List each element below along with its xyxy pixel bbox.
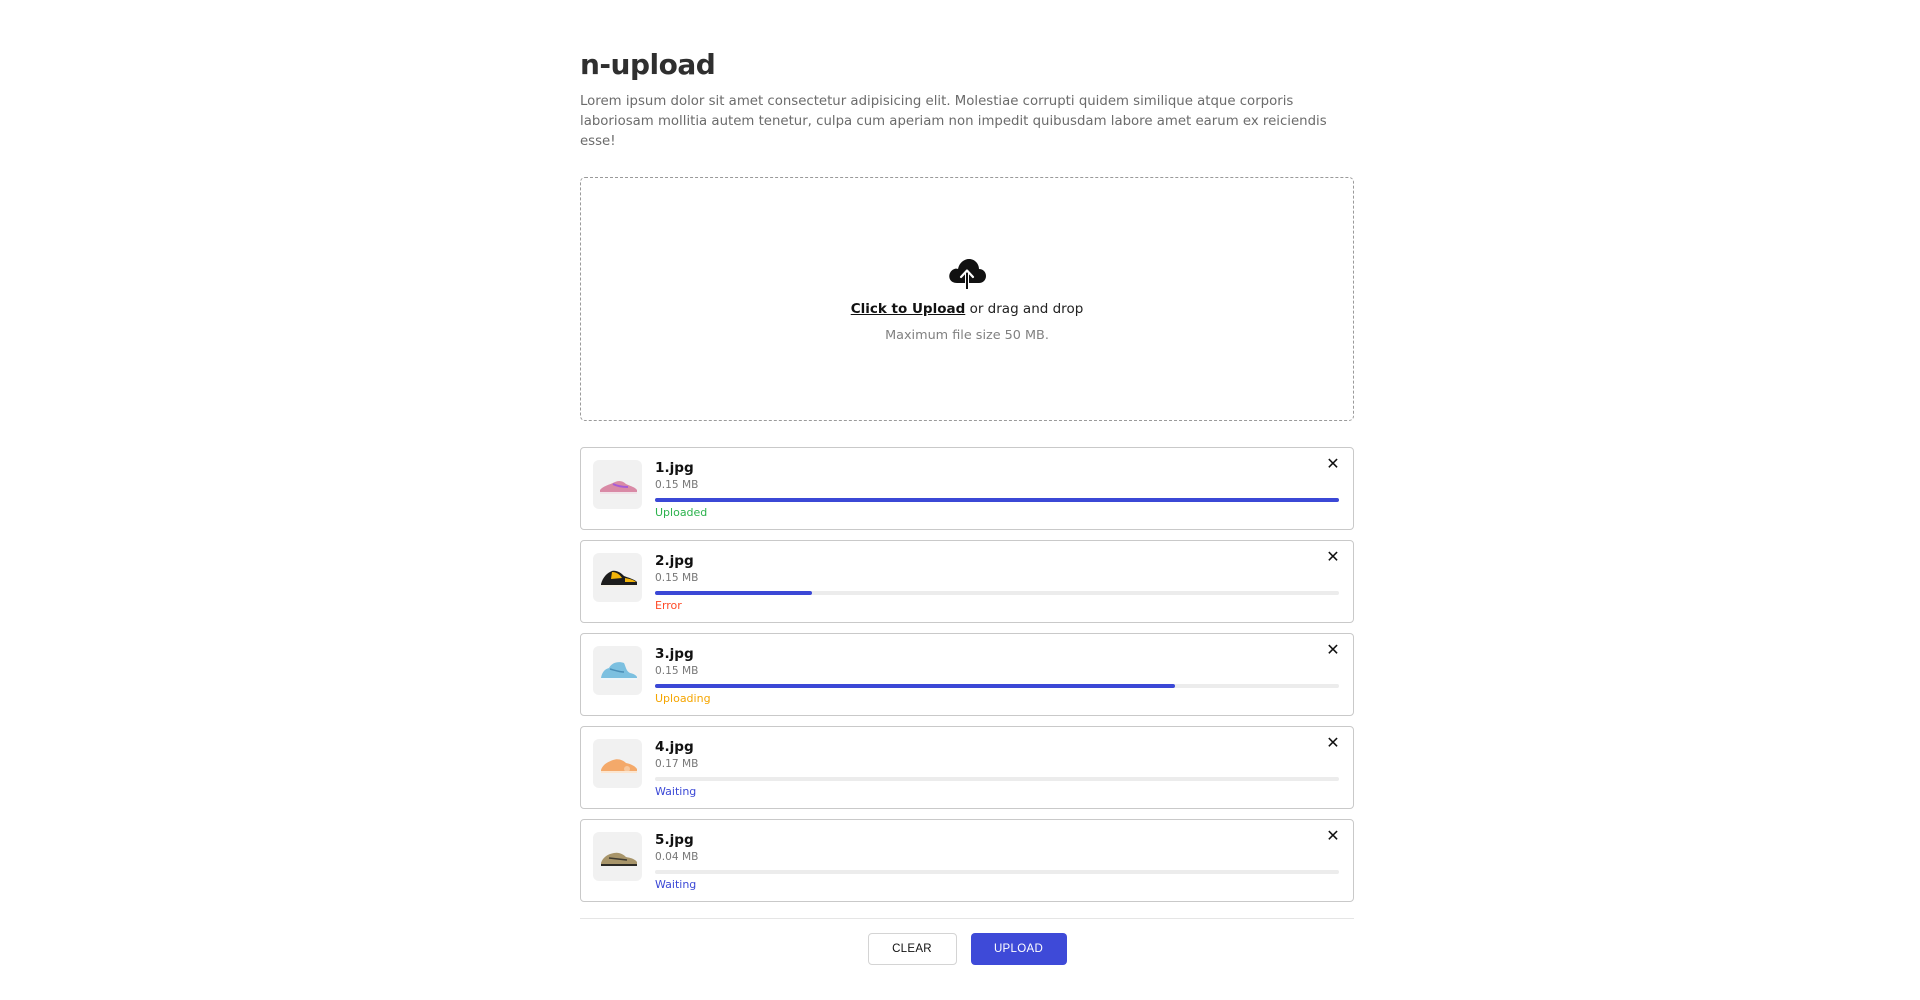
progress-bar	[655, 777, 1339, 781]
remove-file-button[interactable]: ✕	[1325, 456, 1341, 472]
file-item: 4.jpg 0.17 MB Waiting ✕	[580, 726, 1354, 809]
divider	[580, 918, 1354, 919]
file-size: 0.17 MB	[655, 758, 699, 770]
file-name: 1.jpg	[655, 460, 694, 476]
file-size: 0.15 MB	[655, 572, 699, 584]
remove-file-button[interactable]: ✕	[1325, 642, 1341, 658]
remove-file-button[interactable]: ✕	[1325, 549, 1341, 565]
page-title: n-upload	[580, 48, 716, 81]
remove-file-button[interactable]: ✕	[1325, 828, 1341, 844]
upload-status: Waiting	[655, 878, 697, 891]
dropzone-text: Click to Upload or drag and drop	[851, 301, 1084, 317]
file-size: 0.15 MB	[655, 479, 699, 491]
dropzone-suffix: or drag and drop	[965, 301, 1084, 317]
clear-button[interactable]: CLEAR	[867, 933, 957, 965]
cloud-upload-icon	[949, 259, 986, 289]
file-list: 1.jpg 0.15 MB Uploaded ✕ 2.jpg 0.15 MB E…	[580, 447, 1354, 902]
file-name: 5.jpg	[655, 832, 694, 848]
file-thumbnail	[593, 460, 642, 509]
file-name: 2.jpg	[655, 553, 694, 569]
upload-status: Waiting	[655, 785, 697, 798]
sneaker-icon	[600, 758, 637, 773]
upload-panel: n-upload Lorem ipsum dolor sit amet cons…	[580, 48, 1354, 965]
file-item: 5.jpg 0.04 MB Waiting ✕	[580, 819, 1354, 902]
sneaker-icon	[600, 852, 637, 866]
file-item: 2.jpg 0.15 MB Error ✕	[580, 540, 1354, 623]
click-to-upload-link[interactable]: Click to Upload	[851, 301, 966, 317]
file-thumbnail	[593, 553, 642, 602]
upload-status: Error	[655, 599, 682, 612]
file-item: 1.jpg 0.15 MB Uploaded ✕	[580, 447, 1354, 530]
upload-button[interactable]: UPLOAD	[970, 933, 1067, 965]
page-description: Lorem ipsum dolor sit amet consectetur a…	[580, 94, 1327, 149]
upload-status: Uploading	[655, 692, 711, 705]
file-name: 3.jpg	[655, 646, 694, 662]
file-thumbnail	[593, 739, 642, 788]
progress-fill	[655, 591, 813, 595]
action-bar: CLEAR UPLOAD	[580, 933, 1354, 965]
file-size: 0.04 MB	[655, 851, 699, 863]
file-thumbnail	[593, 646, 642, 695]
progress-fill	[655, 498, 1339, 502]
sneaker-icon	[599, 480, 637, 494]
upload-dropzone[interactable]: Click to Upload or drag and drop Maximum…	[580, 177, 1354, 421]
file-name: 4.jpg	[655, 739, 694, 755]
sneaker-icon	[600, 661, 637, 680]
file-thumbnail	[593, 832, 642, 881]
max-file-size-hint: Maximum file size 50 MB.	[885, 328, 1049, 343]
file-size: 0.15 MB	[655, 665, 699, 677]
progress-fill	[655, 684, 1175, 688]
progress-bar	[655, 498, 1339, 502]
progress-bar	[655, 870, 1339, 874]
progress-bar	[655, 591, 1339, 595]
upload-status: Uploaded	[655, 506, 708, 519]
remove-file-button[interactable]: ✕	[1325, 735, 1341, 751]
sneaker-icon	[600, 570, 637, 587]
file-item: 3.jpg 0.15 MB Uploading ✕	[580, 633, 1354, 716]
progress-bar	[655, 684, 1339, 688]
